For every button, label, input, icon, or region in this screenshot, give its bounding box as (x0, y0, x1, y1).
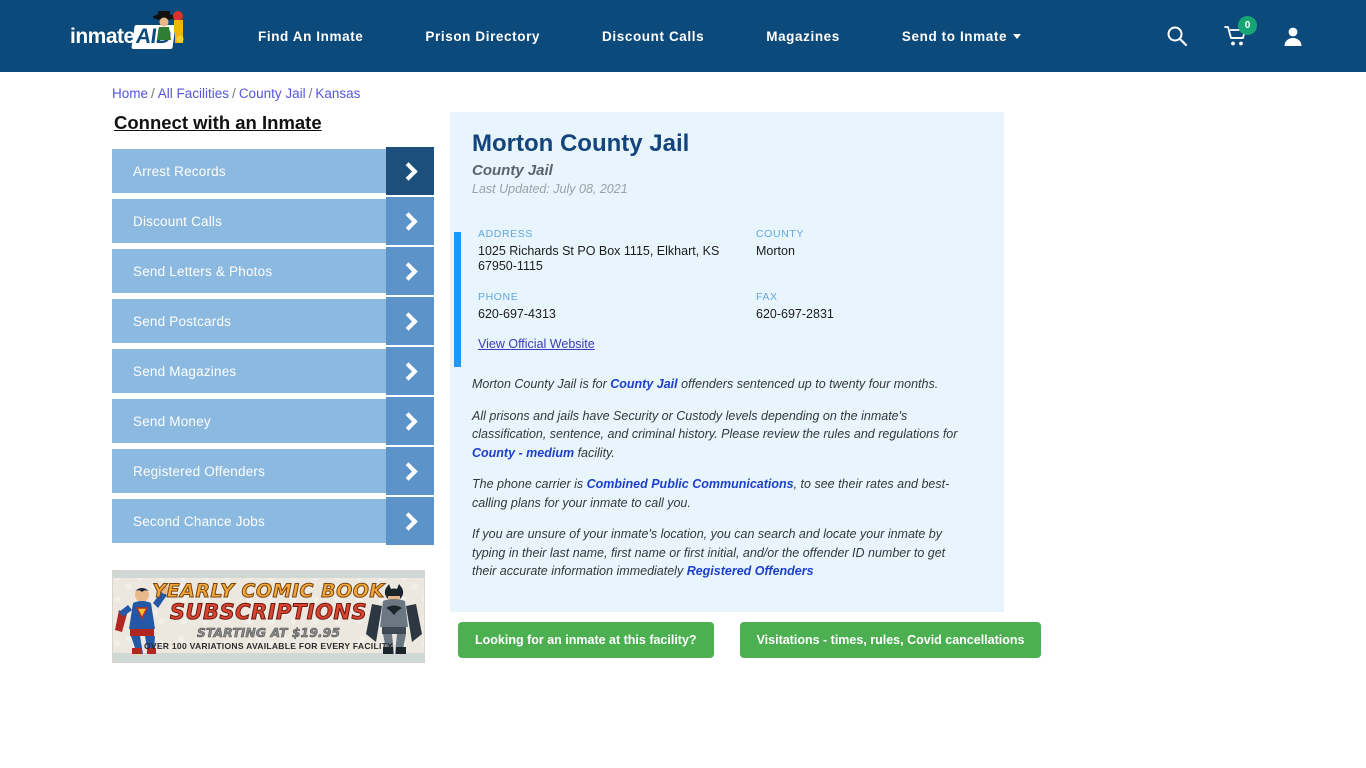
nav-item-find-an-inmate[interactable]: Find An Inmate (258, 29, 363, 44)
breadcrumb: Home / All Facilities / County Jail / Kansas (112, 86, 360, 101)
sidebar-title: Connect with an Inmate (114, 112, 322, 133)
cart-count-badge: 0 (1238, 16, 1257, 35)
chevron-right-icon (386, 297, 434, 345)
breadcrumb-item-county-jail[interactable]: County Jail (239, 86, 306, 101)
facility-description: Morton County Jail is for County Jail of… (450, 367, 1004, 581)
fax-label: FAX (756, 290, 778, 303)
sidebar-item-send-letters-photos[interactable]: Send Letters & Photos (112, 247, 434, 295)
nav-item-discount-calls[interactable]: Discount Calls (602, 29, 704, 44)
sidebar-item-second-chance-jobs[interactable]: Second Chance Jobs (112, 497, 434, 545)
description-paragraph-4: If you are unsure of your inmate's locat… (472, 527, 946, 579)
address-label: ADDRESS (478, 228, 533, 240)
description-paragraph-1: Morton County Jail is for County Jail of… (472, 377, 939, 392)
breadcrumb-separator: / (232, 86, 236, 101)
nav-item-prison-directory[interactable]: Prison Directory (425, 29, 540, 44)
breadcrumb-item-kansas[interactable]: Kansas (315, 86, 360, 101)
chevron-right-icon (386, 147, 434, 195)
county-field: COUNTY Morton (756, 228, 1004, 274)
chevron-right-icon (386, 397, 434, 445)
sidebar-item-registered-offenders[interactable]: Registered Offenders (112, 447, 434, 495)
sidebar-item-label: Send Postcards (133, 313, 232, 329)
main-navigation: Find An Inmate Prison Directory Discount… (258, 0, 1022, 72)
sidebar-item-label: Send Money (133, 413, 211, 429)
ad-bottom-strip (113, 653, 424, 662)
phone-field: PHONE 620-697-4313 (478, 291, 756, 322)
facility-contact-block: ADDRESS 1025 Richards St PO Box 1115, El… (450, 222, 1004, 367)
county-value: Morton (756, 244, 795, 258)
cart-icon[interactable]: 0 (1224, 16, 1257, 47)
ad-headline-line2: SUBSCRIPTIONS (169, 600, 368, 625)
breadcrumb-separator: / (151, 86, 155, 101)
sidebar-item-send-magazines[interactable]: Send Magazines (112, 347, 434, 395)
phone-value: 620-697-4313 (478, 306, 556, 321)
chevron-right-icon (386, 197, 434, 245)
ad-top-strip (113, 571, 424, 578)
county-jail-link[interactable]: County Jail (610, 377, 677, 391)
facility-info-panel: Morton County Jail County Jail Last Upda… (450, 112, 1004, 612)
address-value: 1025 Richards St PO Box 1115, Elkhart, K… (478, 244, 720, 273)
last-updated-text: Last Updated: July 08, 2021 (472, 182, 628, 196)
site-header: inmateAID Find An Inmate Prison Director… (0, 0, 1366, 72)
sidebar-item-label: Discount Calls (133, 213, 223, 229)
ad-price-text: STARTING AT $19.95 (196, 625, 341, 641)
sidebar: Connect with an Inmate Arrest Records Di… (112, 112, 434, 549)
phone-carrier-link[interactable]: Combined Public Communications (587, 477, 794, 491)
fax-field: FAX 620-697-2831 (756, 291, 1004, 322)
site-logo[interactable]: inmateAID (70, 11, 200, 60)
county-label: COUNTY (756, 228, 804, 240)
sidebar-item-send-postcards[interactable]: Send Postcards (112, 297, 434, 345)
address-field: ADDRESS 1025 Richards St PO Box 1115, El… (478, 228, 756, 274)
visitations-button[interactable]: Visitations - times, rules, Covid cancel… (739, 622, 1042, 658)
inmate-character-icon (153, 11, 184, 43)
facility-type: County Jail (472, 162, 553, 179)
sidebar-item-send-money[interactable]: Send Money (112, 397, 434, 445)
sidebar-item-label: Send Letters & Photos (133, 263, 273, 279)
breadcrumb-separator: / (308, 86, 313, 101)
chevron-right-icon (386, 347, 434, 395)
description-paragraph-2: All prisons and jails have Security or C… (472, 408, 958, 460)
county-medium-link[interactable]: County - medium (472, 446, 574, 460)
sidebar-item-arrest-records[interactable]: Arrest Records (112, 147, 434, 195)
cta-button-row: Looking for an inmate at this facility? … (458, 622, 1042, 658)
comic-book-subscription-ad[interactable]: YEARLY COMIC BOOK SUBSCRIPTIONS STARTING… (112, 570, 425, 663)
sidebar-item-label: Send Magazines (133, 363, 237, 379)
phone-label: PHONE (478, 290, 519, 303)
chevron-right-icon (386, 447, 434, 495)
ad-headline-line1: YEARLY COMIC BOOK (152, 580, 385, 603)
sidebar-item-label: Second Chance Jobs (133, 513, 265, 529)
user-icon[interactable] (1282, 25, 1304, 47)
breadcrumb-item-home[interactable]: Home (112, 86, 148, 101)
page-title: Morton County Jail (472, 130, 690, 157)
fax-value: 620-697-2831 (756, 306, 834, 321)
search-icon[interactable] (1166, 25, 1188, 47)
sidebar-item-label: Registered Offenders (133, 463, 266, 479)
sidebar-item-discount-calls[interactable]: Discount Calls (112, 197, 434, 245)
nav-item-send-to-inmate[interactable]: Send to Inmate (902, 29, 1022, 44)
ad-subtext: OVER 100 VARIATIONS AVAILABLE FOR EVERY … (143, 641, 394, 651)
view-official-website-link[interactable]: View Official Website (478, 337, 595, 351)
chevron-right-icon (386, 247, 434, 295)
accent-bar (454, 232, 461, 367)
find-inmate-button[interactable]: Looking for an inmate at this facility? (458, 622, 714, 658)
description-paragraph-3: The phone carrier is Combined Public Com… (472, 477, 950, 510)
sidebar-item-label: Arrest Records (133, 163, 226, 179)
registered-offenders-link[interactable]: Registered Offenders (687, 564, 814, 578)
chevron-down-icon (1013, 33, 1022, 39)
chevron-right-icon (386, 497, 434, 545)
nav-item-magazines[interactable]: Magazines (766, 29, 840, 44)
header-icon-group: 0 (1166, 0, 1304, 72)
breadcrumb-item-all-facilities[interactable]: All Facilities (158, 86, 229, 101)
